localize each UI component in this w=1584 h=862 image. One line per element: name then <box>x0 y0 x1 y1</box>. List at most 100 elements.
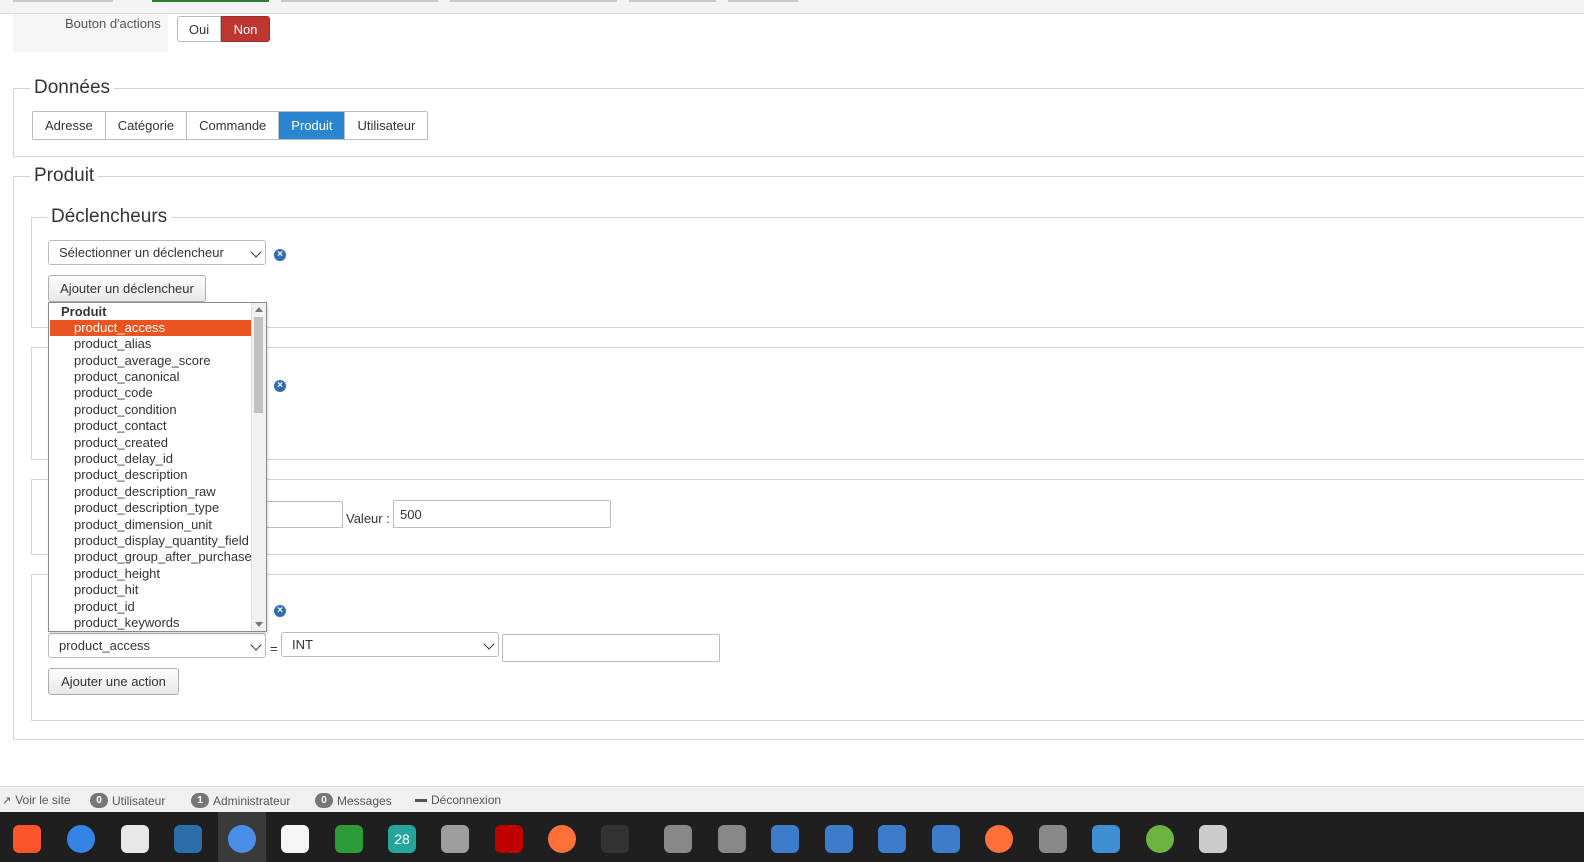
dropdown-option[interactable]: product_description_raw <box>50 484 251 500</box>
admin-status-bar: ↗ Voir le site 0 Utilisateur 1 Administr… <box>0 786 1584 813</box>
dropdown-option[interactable]: product_delay_id <box>50 451 251 467</box>
firefox-icon[interactable] <box>548 825 576 853</box>
tab-adresse[interactable]: Adresse <box>33 112 106 139</box>
add-action-button[interactable]: Ajouter une action <box>48 668 179 695</box>
spreadsheet-icon[interactable] <box>335 825 363 853</box>
chevron-down-icon <box>483 638 495 650</box>
tab-commande[interactable]: Commande <box>187 112 280 139</box>
triggers-legend: Déclencheurs <box>47 206 172 228</box>
dropdown-option[interactable]: product_id <box>50 599 251 615</box>
tab-utilisateur[interactable]: Utilisateur <box>345 112 428 139</box>
toolbar-tab-active[interactable] <box>152 0 269 2</box>
settings-icon[interactable] <box>718 825 746 853</box>
atom-icon[interactable] <box>1092 825 1120 853</box>
tab-categorie[interactable]: Catégorie <box>105 112 188 139</box>
messages-label: Messages <box>337 793 392 808</box>
remove-trigger-icon[interactable]: × <box>274 249 286 261</box>
dropdown-option[interactable]: product_description_type <box>50 500 251 516</box>
chromium-icon[interactable] <box>228 825 256 853</box>
chevron-down-icon <box>250 639 262 651</box>
toolbar-tab[interactable] <box>281 0 438 2</box>
dropdown-option[interactable]: product_contact <box>50 418 251 434</box>
mail-icon[interactable] <box>932 825 960 853</box>
action-type-select[interactable]: INT <box>281 632 499 657</box>
admins-label: Administrateur <box>213 793 291 808</box>
toolbar-tab[interactable] <box>629 0 716 2</box>
scroll-down-icon[interactable] <box>255 622 263 627</box>
dropdown-option[interactable]: product_access <box>50 320 251 336</box>
users-count-badge: 0 <box>90 793 108 808</box>
help-icon[interactable] <box>67 825 95 853</box>
messages-count-badge: 0 <box>315 793 333 808</box>
admins-status[interactable]: 1 Administrateur <box>191 793 290 808</box>
filezilla-icon[interactable] <box>495 825 523 853</box>
logout-link[interactable]: Déconnexion <box>415 793 501 807</box>
system-monitor-icon[interactable] <box>601 825 629 853</box>
chevron-down-icon <box>250 246 262 258</box>
settings-icon[interactable] <box>1039 825 1067 853</box>
trash-icon[interactable] <box>1199 825 1227 853</box>
add-trigger-button[interactable]: Ajouter un déclencheur <box>48 275 206 302</box>
software-center-icon[interactable] <box>121 825 149 853</box>
action-type-select-value: INT <box>292 637 313 652</box>
dropdown-option[interactable]: product_description <box>50 467 251 483</box>
toolbar-tab[interactable] <box>13 0 113 2</box>
remove-action-icon[interactable]: × <box>274 605 286 617</box>
donnees-legend: Données <box>30 77 115 99</box>
calendar-icon[interactable]: 28 <box>388 825 416 853</box>
dropdown-group-label: Produit <box>61 304 107 319</box>
users-status[interactable]: 0 Utilisateur <box>90 793 165 808</box>
users-label: Utilisateur <box>112 793 166 808</box>
tab-produit[interactable]: Produit <box>279 112 346 139</box>
value-field[interactable]: 500 <box>393 500 611 528</box>
brave-icon[interactable] <box>13 825 41 853</box>
dropdown-scrollbar[interactable] <box>251 303 266 631</box>
trigger-dropdown-list[interactable]: Produit product_access product_alias pro… <box>48 302 267 632</box>
dropdown-option[interactable]: product_alias <box>50 336 251 352</box>
dropdown-option[interactable]: product_hit <box>50 582 251 598</box>
limit-field[interactable] <box>266 501 343 528</box>
actions-toggle: Oui Non <box>177 16 270 42</box>
dropdown-option[interactable]: product_dimension_unit <box>50 517 251 533</box>
keepass-icon[interactable] <box>1146 825 1174 853</box>
dropdown-option[interactable]: product_height <box>50 566 251 582</box>
dropdown-option[interactable]: product_created <box>50 435 251 451</box>
firefox-icon[interactable] <box>985 825 1013 853</box>
no-button[interactable]: Non <box>221 16 270 42</box>
action-value-field[interactable] <box>502 634 720 662</box>
yes-button[interactable]: Oui <box>177 16 221 42</box>
text-editor-icon[interactable] <box>281 825 309 853</box>
scroll-up-icon[interactable] <box>255 307 263 312</box>
scrollbar-thumb[interactable] <box>254 317 263 413</box>
screenshot-app-icon[interactable] <box>174 825 202 853</box>
value-label: Valeur : <box>346 511 390 526</box>
trigger-select-value: Sélectionner un déclencheur <box>59 245 224 260</box>
dropdown-option[interactable]: product_group_after_purchase <box>50 549 252 565</box>
remove-filter-icon[interactable]: × <box>274 380 286 392</box>
view-site-label: Voir le site <box>15 793 71 807</box>
top-toolbar-strip <box>0 0 1584 14</box>
dropdown-option[interactable]: product_average_score <box>50 353 251 369</box>
files-icon[interactable] <box>441 825 469 853</box>
dropdown-option[interactable]: product_code <box>50 385 251 401</box>
settings-icon[interactable] <box>664 825 692 853</box>
messages-status[interactable]: 0 Messages <box>315 793 392 808</box>
produit-legend: Produit <box>30 165 99 187</box>
toolbar-tab[interactable] <box>450 0 617 2</box>
admins-count-badge: 1 <box>191 793 209 808</box>
data-type-tabs: Adresse Catégorie Commande Produit Utili… <box>32 111 429 140</box>
dropdown-option[interactable]: product_display_quantity_field <box>50 533 251 549</box>
dropdown-option[interactable]: product_condition <box>50 402 251 418</box>
action-field-select[interactable]: product_access <box>48 633 266 658</box>
trigger-select[interactable]: Sélectionner un déclencheur <box>48 240 266 265</box>
mail-icon[interactable] <box>878 825 906 853</box>
actions-option-label: Bouton d'actions <box>65 16 161 31</box>
dropdown-option[interactable]: product_canonical <box>50 369 251 385</box>
toolbar-tab[interactable] <box>728 0 798 2</box>
view-site-link[interactable]: ↗ Voir le site <box>2 793 71 807</box>
mail-icon[interactable] <box>771 825 799 853</box>
dropdown-option[interactable]: product_keywords <box>50 615 251 631</box>
action-field-select-value: product_access <box>59 638 151 653</box>
logout-label: Déconnexion <box>431 793 502 807</box>
mail-icon[interactable] <box>825 825 853 853</box>
